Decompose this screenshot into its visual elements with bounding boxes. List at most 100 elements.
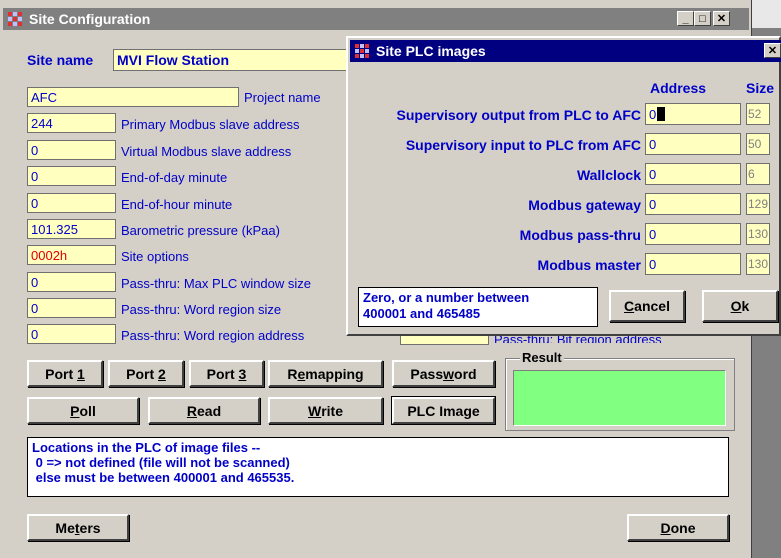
end-of-day-label: End-of-day minute — [121, 170, 228, 185]
remapping-label-b: mapping — [305, 365, 364, 382]
password-label-a: Pass — [410, 365, 444, 382]
end-of-hour-input[interactable]: 0 — [27, 193, 116, 213]
password-label-b: ord — [454, 365, 477, 382]
result-label: Result — [520, 350, 564, 365]
site-options-input[interactable]: 0002h — [27, 245, 116, 265]
write-hotkey: W — [307, 402, 322, 419]
text-cursor — [657, 107, 666, 121]
port3-hotkey: 3 — [238, 365, 247, 382]
size-value: 130 — [746, 253, 770, 275]
primary-slave-address-label: Primary Modbus slave address — [121, 117, 300, 132]
ok-hotkey: O — [730, 298, 742, 314]
meters-label-b: ers — [79, 519, 101, 536]
info-line: 0 => not defined (file will not be scann… — [32, 455, 290, 470]
row-label: Supervisory output from PLC to AFC — [396, 107, 641, 123]
app-logo-icon — [7, 11, 23, 27]
address-value: 0 — [649, 106, 657, 122]
result-indicator — [513, 370, 726, 426]
read-label: ead — [197, 402, 222, 419]
row-label: Modbus gateway — [528, 197, 641, 213]
size-value: 6 — [746, 163, 770, 185]
address-input[interactable]: 0 — [645, 253, 741, 275]
port1-button[interactable]: Port 1 — [27, 360, 103, 387]
max-plc-window-input[interactable]: 0 — [27, 272, 116, 292]
remapping-hotkey: e — [297, 365, 306, 382]
port3-button[interactable]: Port 3 — [189, 360, 264, 387]
row-label: Modbus pass-thru — [519, 227, 641, 243]
end-of-day-input[interactable]: 0 — [27, 166, 116, 186]
write-button[interactable]: Write — [268, 397, 383, 424]
word-region-address-label: Pass-thru: Word region address — [121, 328, 305, 343]
plc-image-label-a: PLC Ima — [407, 402, 464, 419]
meters-button[interactable]: Me t ers — [27, 514, 129, 541]
port1-hotkey: 1 — [77, 365, 85, 382]
cancel-button[interactable]: Cancel — [609, 290, 685, 322]
virtual-slave-address-label: Virtual Modbus slave address — [121, 144, 292, 159]
site-name-input[interactable]: MVI Flow Station — [113, 49, 353, 71]
ok-label: k — [741, 298, 750, 314]
address-input[interactable]: 0 — [645, 193, 741, 215]
address-input[interactable]: 0 — [645, 223, 741, 245]
virtual-slave-address-input[interactable]: 0 — [27, 140, 116, 160]
remapping-button[interactable]: Re mapping — [268, 360, 383, 387]
plc-image-button[interactable]: PLC Ima g e — [391, 396, 496, 425]
port2-label: Port — [126, 365, 159, 382]
read-hotkey: R — [186, 402, 197, 419]
port2-hotkey: 2 — [158, 365, 166, 382]
row-label: Wallclock — [576, 167, 641, 183]
word-region-address-input[interactable]: 0 — [27, 324, 116, 344]
info-line: else must be between 400001 and 465535. — [32, 470, 295, 485]
size-header: Size — [746, 80, 775, 96]
address-input[interactable]: 0 — [645, 103, 741, 125]
ok-button[interactable]: Ok — [702, 290, 778, 322]
minimize-button[interactable]: _ — [677, 11, 694, 26]
word-region-size-label: Pass-thru: Word region size — [121, 302, 282, 317]
plc-images-dialog: Site PLC images ✕ Address Size Superviso… — [346, 36, 781, 336]
size-value: 52 — [746, 103, 770, 125]
row-label: Supervisory input to PLC from AFC — [405, 137, 641, 153]
dialog-title: Site PLC images — [376, 43, 486, 59]
plc-image-hotkey: g — [463, 402, 472, 419]
barometric-pressure-label: Barometric pressure (kPaa) — [121, 223, 280, 238]
main-window-title: Site Configuration — [29, 11, 151, 27]
project-name-label: Project name — [244, 90, 321, 105]
background-window-strip — [752, 0, 781, 28]
write-label: rite — [321, 402, 343, 419]
read-button[interactable]: Read — [148, 397, 260, 424]
info-box: Locations in the PLC of image files -- 0… — [27, 437, 729, 497]
max-plc-window-label: Pass-thru: Max PLC window size — [121, 276, 312, 291]
port2-button[interactable]: Port 2 — [108, 360, 184, 387]
hint-box: Zero, or a number between 400001 and 465… — [358, 287, 598, 327]
cancel-hotkey: C — [624, 298, 635, 314]
password-button[interactable]: Pass w ord — [392, 360, 495, 387]
address-header: Address — [650, 80, 707, 96]
poll-hotkey: P — [70, 402, 80, 419]
barometric-pressure-input[interactable]: 101.325 — [27, 219, 116, 239]
poll-button[interactable]: Poll — [27, 397, 139, 424]
address-input[interactable]: 0 — [645, 133, 741, 155]
meters-label-a: Me — [55, 519, 75, 536]
hint-line: Zero, or a number between — [363, 290, 530, 305]
dialog-logo-icon — [354, 43, 370, 59]
word-region-size-input[interactable]: 0 — [27, 298, 116, 318]
end-of-hour-label: End-of-hour minute — [121, 197, 233, 212]
row-label: Modbus master — [537, 257, 641, 273]
address-input[interactable]: 0 — [645, 163, 741, 185]
size-value: 130 — [746, 223, 770, 245]
maximize-button[interactable]: □ — [694, 11, 711, 26]
primary-slave-address-input[interactable]: 244 — [27, 113, 116, 133]
main-title-bar[interactable]: Site Configuration _ □ ✕ — [3, 8, 749, 30]
cancel-label: ancel — [634, 298, 670, 314]
poll-label: oll — [79, 402, 96, 419]
site-name-label: Site name — [27, 52, 94, 68]
dialog-title-bar[interactable]: Site PLC images ✕ — [350, 40, 781, 62]
size-value: 129 — [746, 193, 770, 215]
plc-image-label-b: e — [471, 402, 480, 419]
done-button[interactable]: Done — [627, 514, 729, 541]
close-button[interactable]: ✕ — [713, 11, 730, 26]
hint-line: 400001 and 465485 — [363, 306, 481, 321]
project-name-input[interactable]: AFC — [27, 87, 239, 107]
password-hotkey: w — [443, 365, 455, 382]
done-label: one — [670, 519, 696, 536]
dialog-close-button[interactable]: ✕ — [764, 43, 781, 58]
